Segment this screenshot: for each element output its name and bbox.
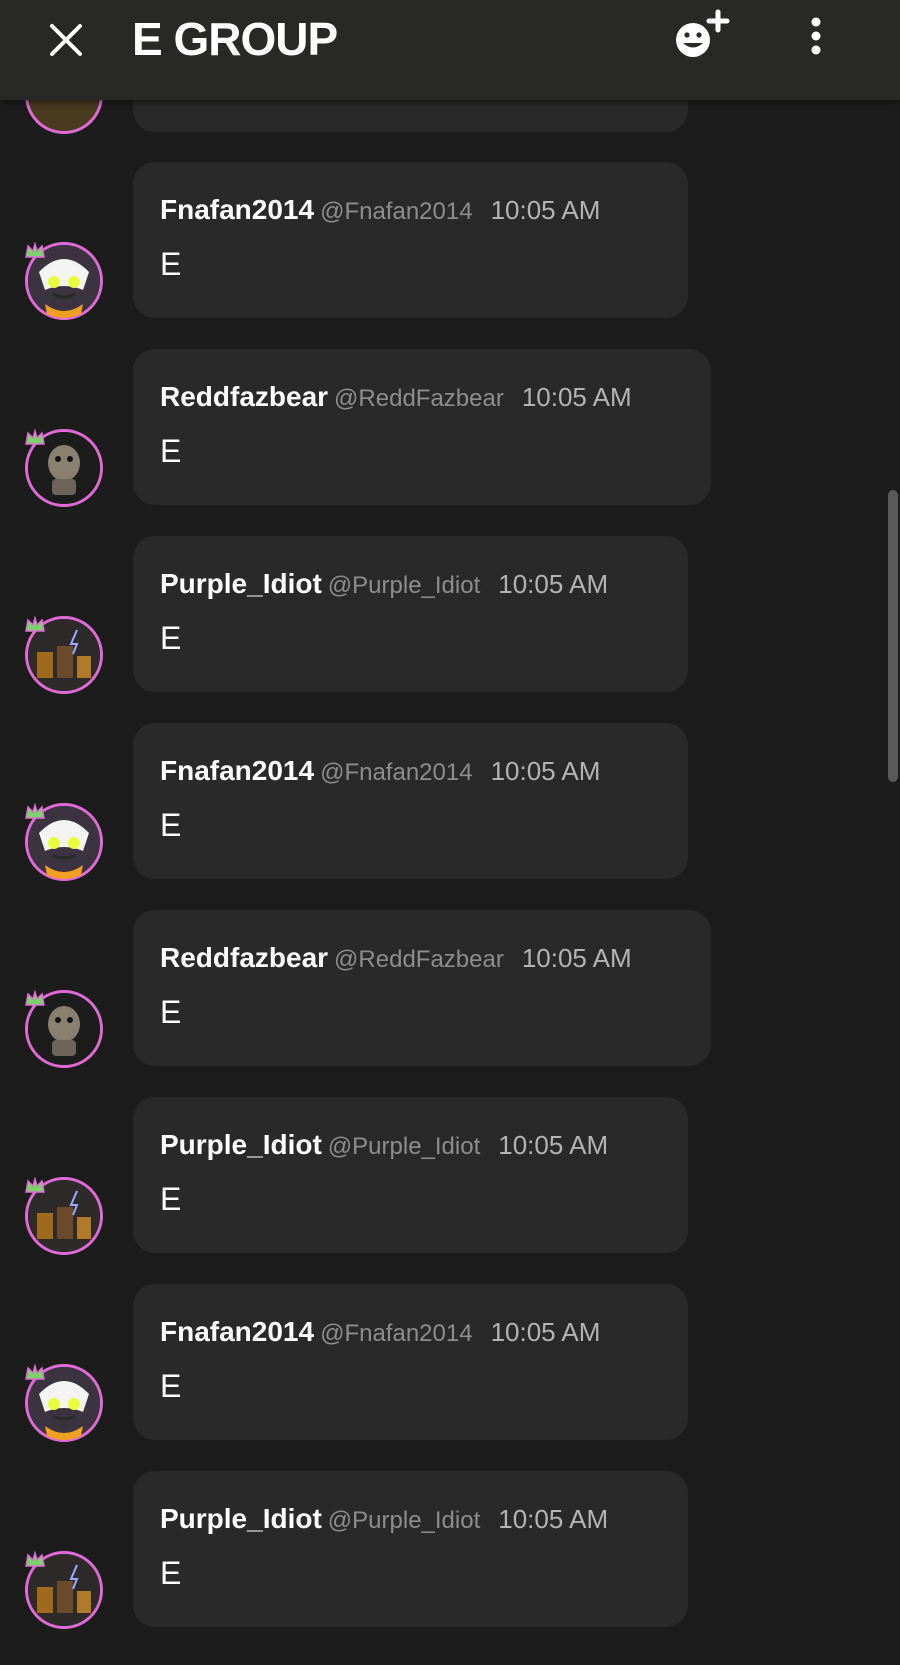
message-timestamp: 10:05 AM (490, 195, 601, 225)
message-text: E (160, 994, 182, 1030)
message-bubble[interactable]: Fnafan2014 @Fnafan2014 10:05 AM E (133, 1284, 688, 1440)
message-handle: @Purple_Idiot (327, 1133, 481, 1160)
close-button[interactable] (44, 18, 88, 62)
message-username[interactable]: Fnafan2014 (160, 1316, 314, 1347)
message-item: Fnafan2014 @Fnafan2014 10:05 AM E (0, 162, 900, 322)
chat-header: E GROUP (0, 0, 900, 100)
message-text: E (160, 433, 182, 469)
more-options-button[interactable] (800, 14, 832, 62)
message-bubble[interactable]: Purple_Idiot @Purple_Idiot 10:05 AM E (133, 1097, 688, 1253)
message-bubble[interactable]: Reddfazbear @ReddFazbear 10:05 AM E (133, 349, 711, 505)
message-bubble[interactable]: Fnafan2014 @Fnafan2014 10:05 AM E (133, 723, 688, 879)
message-timestamp: 10:05 AM (498, 569, 609, 599)
avatar[interactable] (25, 429, 103, 507)
crown-icon (25, 803, 45, 819)
message-list[interactable]: Fnafan2014 @Fnafan2014 10:05 AM E Reddfazb… (0, 0, 900, 1665)
message-username[interactable]: Purple_Idiot (160, 1503, 322, 1534)
message-timestamp: 10:05 AM (490, 1317, 601, 1347)
message-bubble[interactable]: Purple_Idiot @Purple_Idiot 10:05 AM E (133, 1471, 688, 1627)
message-item: Purple_Idiot @Purple_Idiot 10:05 AM E (0, 1471, 900, 1631)
crown-icon (25, 990, 45, 1006)
message-handle: @Fnafan2014 (320, 198, 473, 225)
avatar[interactable] (25, 990, 103, 1068)
message-username[interactable]: Fnafan2014 (160, 755, 314, 786)
message-handle: @Purple_Idiot (327, 1507, 481, 1534)
message-bubble[interactable]: Fnafan2014 @Fnafan2014 10:05 AM E (133, 162, 688, 318)
crown-icon (25, 242, 45, 258)
message-text: E (160, 807, 182, 843)
message-item: Purple_Idiot @Purple_Idiot 10:05 AM E (0, 1097, 900, 1257)
message-handle: @ReddFazbear (334, 946, 504, 973)
avatar[interactable] (25, 1551, 103, 1629)
chat-title: E GROUP (132, 13, 338, 65)
crown-icon (25, 616, 45, 632)
message-item: Purple_Idiot @Purple_Idiot 10:05 AM E (0, 536, 900, 696)
crown-icon (25, 1177, 45, 1193)
add-emoji-plus-icon (676, 9, 730, 57)
message-bubble[interactable]: Reddfazbear @ReddFazbear 10:05 AM E (133, 910, 711, 1066)
message-username[interactable]: Purple_Idiot (160, 1129, 322, 1160)
message-text: E (160, 1181, 182, 1217)
close-icon (50, 24, 82, 56)
message-username[interactable]: Reddfazbear (160, 381, 328, 412)
add-member-button[interactable] (672, 8, 736, 64)
message-item: Fnafan2014 @Fnafan2014 10:05 AM E (0, 723, 900, 883)
message-text: E (160, 620, 182, 656)
message-timestamp: 10:05 AM (498, 1504, 609, 1534)
avatar[interactable] (25, 616, 103, 694)
avatar[interactable] (25, 1177, 103, 1255)
crown-icon (25, 1551, 45, 1567)
crown-icon (25, 1364, 45, 1380)
message-item: Fnafan2014 @Fnafan2014 10:05 AM E (0, 1284, 900, 1444)
more-vertical-icon (811, 17, 821, 55)
message-bubble[interactable]: Purple_Idiot @Purple_Idiot 10:05 AM E (133, 536, 688, 692)
message-text: E (160, 246, 182, 282)
message-text: E (160, 1368, 182, 1404)
message-handle: @Fnafan2014 (320, 759, 473, 786)
message-timestamp: 10:05 AM (521, 943, 632, 973)
message-item: Reddfazbear @ReddFazbear 10:05 AM E (0, 910, 900, 1070)
message-username[interactable]: Reddfazbear (160, 942, 328, 973)
message-text: E (160, 1555, 182, 1591)
message-timestamp: 10:05 AM (498, 1130, 609, 1160)
message-handle: @ReddFazbear (334, 385, 504, 412)
message-item: Reddfazbear @ReddFazbear 10:05 AM E (0, 349, 900, 509)
avatar[interactable] (25, 803, 103, 881)
message-handle: @Purple_Idiot (327, 572, 481, 599)
message-username[interactable]: Purple_Idiot (160, 568, 322, 599)
avatar[interactable] (25, 242, 103, 320)
message-username[interactable]: Fnafan2014 (160, 194, 314, 225)
message-timestamp: 10:05 AM (490, 756, 601, 786)
avatar[interactable] (25, 1364, 103, 1442)
scrollbar-thumb[interactable] (888, 490, 898, 782)
message-timestamp: 10:05 AM (521, 382, 632, 412)
crown-icon (25, 429, 45, 445)
message-handle: @Fnafan2014 (320, 1320, 473, 1347)
